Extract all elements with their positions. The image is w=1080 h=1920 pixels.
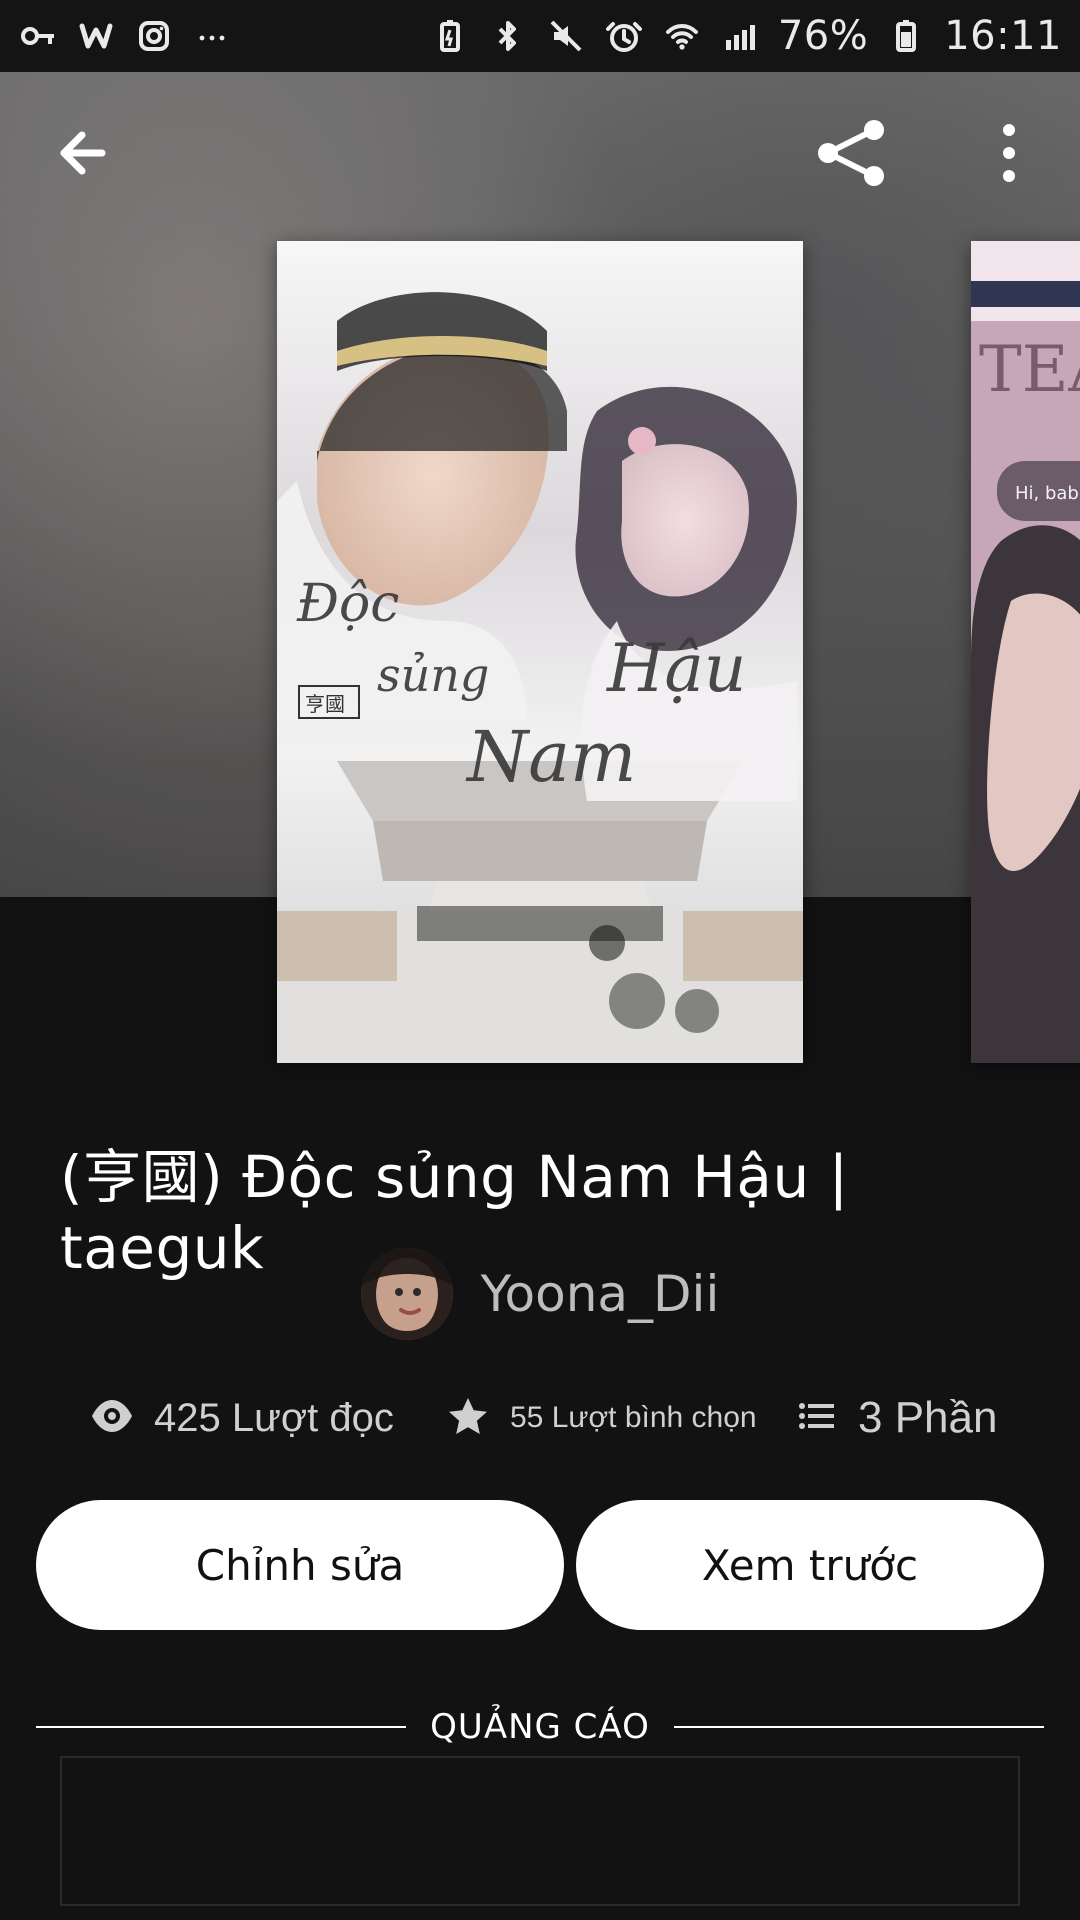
share-button[interactable] <box>806 110 896 200</box>
top-actions <box>0 72 1080 242</box>
avatar-image <box>360 1248 453 1340</box>
alarm-icon <box>604 16 644 56</box>
ad-placeholder[interactable] <box>60 1756 1020 1906</box>
author-row[interactable]: Yoona_Dii <box>0 1248 1080 1340</box>
cover-text-hanzi: 亨國 <box>305 692 345 716</box>
next-story-cover[interactable]: TEA Hi, bab <box>971 241 1080 1063</box>
battery-icon <box>886 16 926 56</box>
story-stats: 425 Lượt đọc 55 Lượt bình chọn 3 Phần <box>0 1392 1080 1462</box>
battery-percent: 76% <box>777 13 869 59</box>
arrow-left-icon <box>38 108 128 202</box>
author-name[interactable]: Yoona_Dii <box>481 1265 720 1323</box>
mute-icon <box>546 16 586 56</box>
preview-button[interactable]: Xem trước <box>576 1500 1044 1630</box>
cover-text-doc: Độc <box>296 574 399 634</box>
battery-saver-icon <box>430 16 470 56</box>
cover-text-sung: sủng <box>377 648 489 702</box>
wattpad-icon <box>76 16 116 56</box>
back-button[interactable] <box>38 110 128 200</box>
votes-stat: 55 Lượt bình chọn <box>444 1392 757 1444</box>
parts-stat: 3 Phần <box>792 1392 997 1444</box>
ads-header: QUẢNG CÁO <box>36 1702 1045 1752</box>
story-cover[interactable]: Độc sủng Nam Hậu 亨國 <box>277 241 803 1063</box>
ads-label: QUẢNG CÁO <box>430 1707 650 1747</box>
edit-button[interactable]: Chỉnh sửa <box>36 1500 564 1630</box>
status-bar: 76% 16:11 <box>0 0 1080 72</box>
author-avatar[interactable] <box>360 1248 453 1340</box>
parts-count: 3 Phần <box>858 1393 998 1442</box>
reads-count: 425 Lượt đọc <box>154 1395 394 1440</box>
list-icon <box>792 1392 840 1444</box>
star-icon <box>444 1392 492 1444</box>
share-icon <box>806 108 896 202</box>
bluetooth-icon <box>488 16 528 56</box>
status-right: 76% 16:11 <box>430 13 1062 59</box>
ads-divider-left <box>36 1726 407 1728</box>
key-icon <box>18 16 58 56</box>
reads-stat: 425 Lượt đọc <box>88 1392 394 1444</box>
status-left <box>18 16 232 56</box>
cover-text-hau: Hậu <box>606 630 746 707</box>
next-cover-chat: Hi, bab <box>1015 483 1079 504</box>
next-cover-art: TEA Hi, bab <box>971 241 1080 1063</box>
status-time: 16:11 <box>944 13 1062 59</box>
next-cover-title: TEA <box>979 333 1080 407</box>
cover-text-nam: Nam <box>465 716 636 798</box>
more-button[interactable] <box>964 110 1054 200</box>
votes-count: 55 Lượt bình chọn <box>510 1401 757 1434</box>
eye-icon <box>88 1392 136 1444</box>
wifi-icon <box>662 16 702 56</box>
more-notifications-icon <box>192 16 232 56</box>
ads-divider-right <box>673 1726 1045 1728</box>
signal-icon <box>720 16 760 56</box>
cover-art: Độc sủng Nam Hậu 亨國 <box>277 241 803 1063</box>
instagram-icon <box>134 16 174 56</box>
more-vertical-icon <box>964 108 1054 202</box>
